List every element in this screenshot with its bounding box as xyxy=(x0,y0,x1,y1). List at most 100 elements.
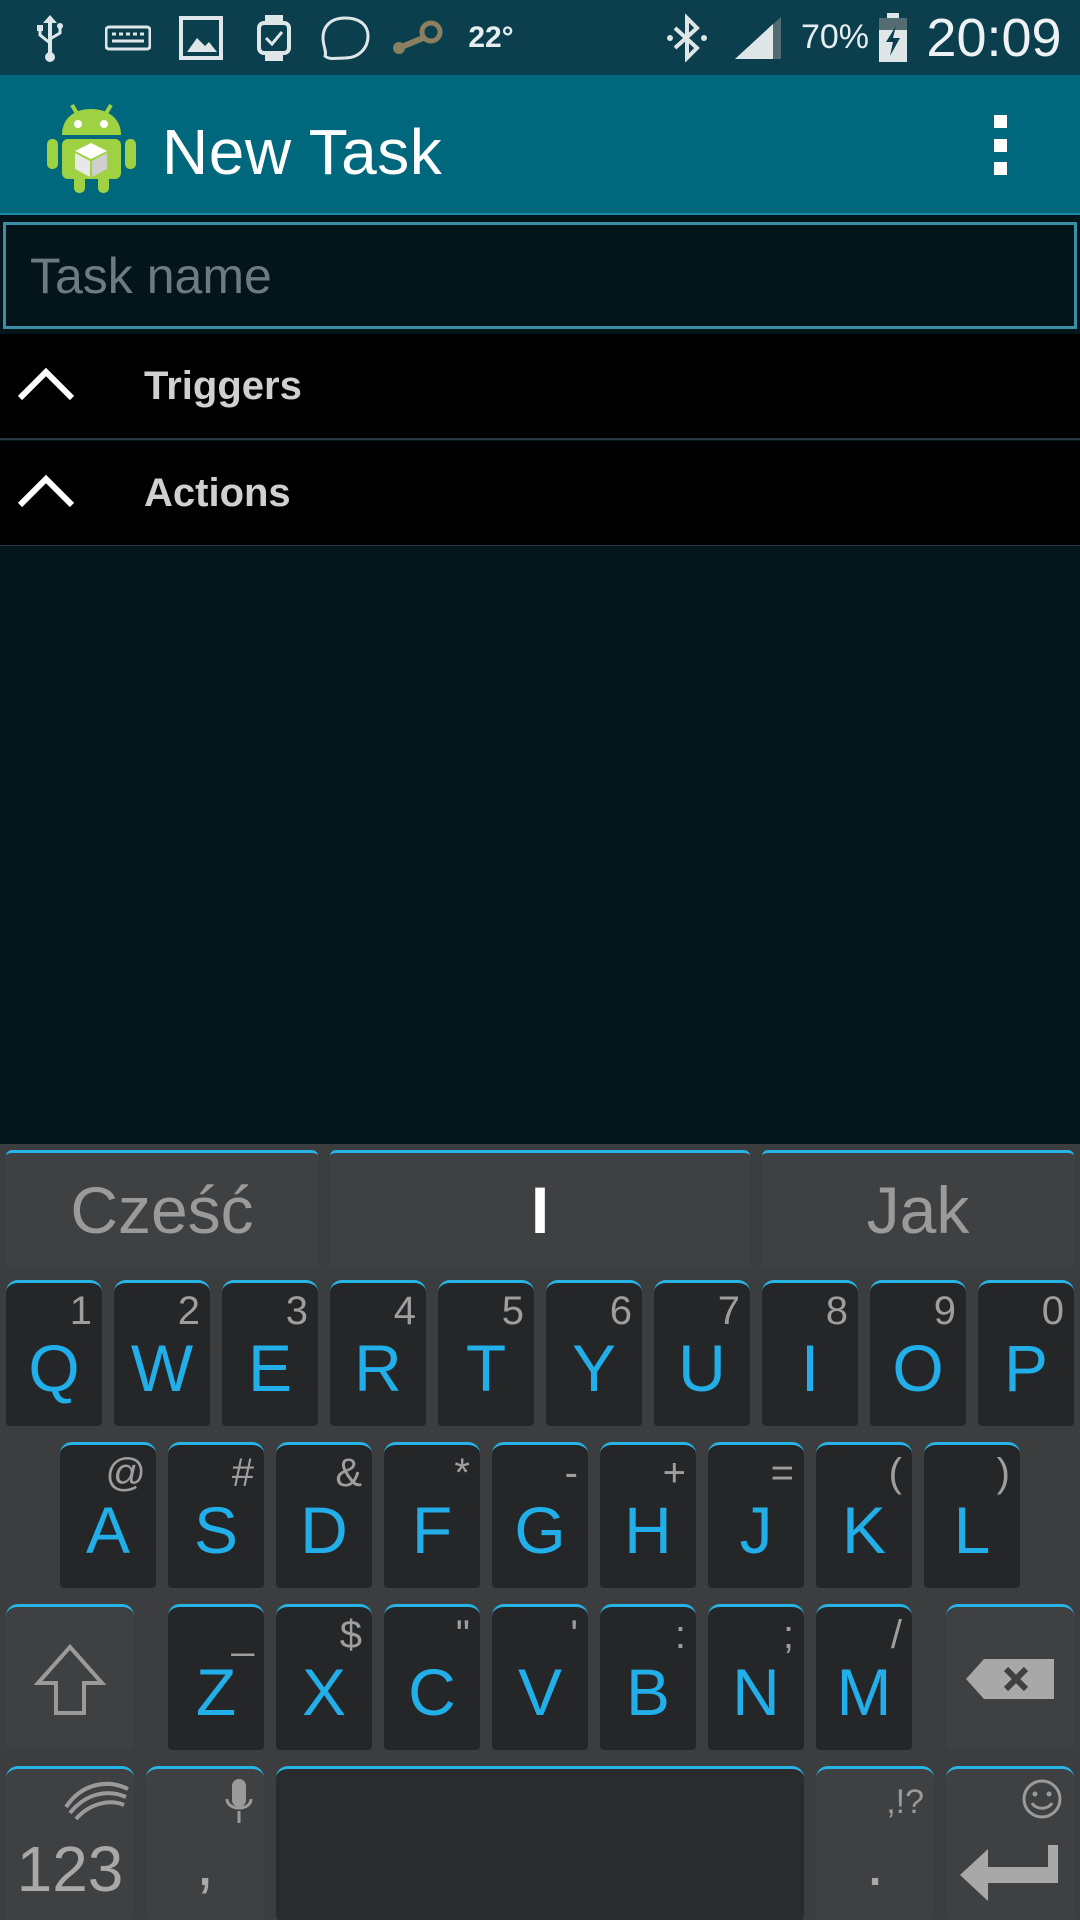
numbers-key[interactable]: 123 xyxy=(6,1766,134,1920)
key-b[interactable]: :B xyxy=(600,1604,696,1750)
key-x[interactable]: $ X xyxy=(276,1604,372,1750)
triggers-label: Triggers xyxy=(144,364,302,408)
key-e[interactable]: 3E xyxy=(222,1280,318,1426)
key-r[interactable]: 4R xyxy=(330,1280,426,1426)
shift-key[interactable] xyxy=(6,1604,134,1750)
key-secondary: @ xyxy=(105,1451,146,1495)
key-label: A xyxy=(85,1493,131,1567)
key-secondary: 9 xyxy=(933,1289,956,1333)
suggestion-3[interactable]: Jak xyxy=(762,1150,1074,1266)
key-label: K xyxy=(841,1493,887,1567)
key-secondary: 5 xyxy=(501,1289,524,1333)
key-d[interactable]: & D xyxy=(276,1442,372,1588)
key-secondary: : xyxy=(674,1613,686,1657)
key-o[interactable]: 9O xyxy=(870,1280,966,1426)
key-secondary: _ xyxy=(231,1613,254,1657)
battery-percent: 70% xyxy=(800,18,870,56)
image-icon xyxy=(178,0,224,75)
key-g[interactable]: -G xyxy=(492,1442,588,1588)
android-app-icon xyxy=(44,97,139,195)
key-label: W xyxy=(130,1331,194,1405)
key-s[interactable]: # S xyxy=(168,1442,264,1588)
key-label: P xyxy=(1003,1331,1049,1405)
key-label: I xyxy=(800,1331,820,1405)
swiftkey-logo-icon xyxy=(64,1781,129,1821)
key-w[interactable]: 2W xyxy=(114,1280,210,1426)
key-label: Y xyxy=(571,1331,617,1405)
period-key[interactable]: ,!? . xyxy=(816,1766,934,1920)
key-label: S xyxy=(193,1493,239,1567)
key-c[interactable]: " C xyxy=(384,1604,480,1750)
key-y[interactable]: 6Y xyxy=(546,1280,642,1426)
suggestion-1[interactable]: Cześć xyxy=(6,1150,318,1266)
bluetooth-icon xyxy=(664,0,710,75)
task-name-input[interactable] xyxy=(6,225,1074,326)
key-secondary: / xyxy=(890,1613,902,1657)
temperature-text: 22° xyxy=(468,20,514,54)
key-j[interactable]: = J xyxy=(708,1442,804,1588)
key-label: D xyxy=(300,1493,348,1567)
keyboard-icon xyxy=(104,0,152,75)
chevron-up-icon[interactable] xyxy=(16,364,76,404)
comma-key[interactable]: , xyxy=(146,1766,264,1920)
key-secondary: 2 xyxy=(177,1289,200,1333)
key-label: F xyxy=(411,1493,453,1567)
key-q[interactable]: 1Q xyxy=(6,1280,102,1426)
shift-icon xyxy=(34,1643,106,1715)
key-l[interactable]: ) L xyxy=(924,1442,1020,1588)
key-label: C xyxy=(408,1655,456,1729)
page-title: New Task xyxy=(162,116,443,188)
key-secondary: ; xyxy=(782,1613,794,1657)
task-name-field[interactable] xyxy=(3,222,1077,329)
key-label: V xyxy=(517,1655,563,1729)
key-label: X xyxy=(301,1655,347,1729)
battery-charging-icon xyxy=(876,0,910,75)
key-a[interactable]: @ A xyxy=(60,1442,156,1588)
backspace-key[interactable] xyxy=(946,1604,1074,1750)
period-key-secondary: ,!? xyxy=(886,1783,924,1821)
overflow-menu-icon[interactable] xyxy=(980,105,1020,185)
key-label: L xyxy=(953,1493,991,1567)
space-key[interactable] xyxy=(276,1766,804,1920)
key-label: Q xyxy=(28,1331,80,1405)
key-f[interactable]: * F xyxy=(384,1442,480,1588)
key-h[interactable]: + H xyxy=(600,1442,696,1588)
key-label: G xyxy=(514,1493,566,1567)
enter-key[interactable] xyxy=(946,1766,1074,1920)
key-n[interactable]: ; N xyxy=(708,1604,804,1750)
key-label: E xyxy=(247,1331,293,1405)
key-v[interactable]: ' V xyxy=(492,1604,588,1750)
key-k[interactable]: (K xyxy=(816,1442,912,1588)
key-secondary: 4 xyxy=(393,1289,416,1333)
key-secondary: 1 xyxy=(69,1289,92,1333)
steam-icon xyxy=(388,0,444,75)
actions-section[interactable]: Actions xyxy=(0,441,1080,547)
clock: 20:09 xyxy=(926,7,1062,68)
key-label: M xyxy=(836,1655,892,1729)
key-secondary: 3 xyxy=(285,1289,308,1333)
content-area xyxy=(0,546,1080,1144)
key-p[interactable]: 0P xyxy=(978,1280,1074,1426)
triggers-section[interactable]: Triggers xyxy=(0,334,1080,440)
key-secondary: ( xyxy=(888,1451,902,1495)
key-label: B xyxy=(625,1655,671,1729)
comma-key-label: , xyxy=(195,1825,215,1899)
key-u[interactable]: 7U xyxy=(654,1280,750,1426)
backspace-icon xyxy=(966,1659,1054,1699)
speech-bubble-icon xyxy=(318,0,372,75)
key-t[interactable]: 5T xyxy=(438,1280,534,1426)
key-secondary: 0 xyxy=(1041,1289,1064,1333)
key-i[interactable]: 8I xyxy=(762,1280,858,1426)
key-secondary: + xyxy=(662,1451,686,1495)
key-secondary: ' xyxy=(570,1613,578,1657)
numbers-key-label: 123 xyxy=(16,1833,124,1905)
status-bar: 22° 70% 20:09 xyxy=(0,0,1080,75)
chevron-up-icon[interactable] xyxy=(16,471,76,511)
key-label: T xyxy=(465,1331,507,1405)
suggestion-2[interactable]: I xyxy=(330,1150,750,1266)
key-m[interactable]: / M xyxy=(816,1604,912,1750)
key-label: N xyxy=(732,1655,780,1729)
key-secondary: 7 xyxy=(717,1289,740,1333)
key-z[interactable]: _ Z xyxy=(168,1604,264,1750)
period-key-label: . xyxy=(865,1825,885,1899)
